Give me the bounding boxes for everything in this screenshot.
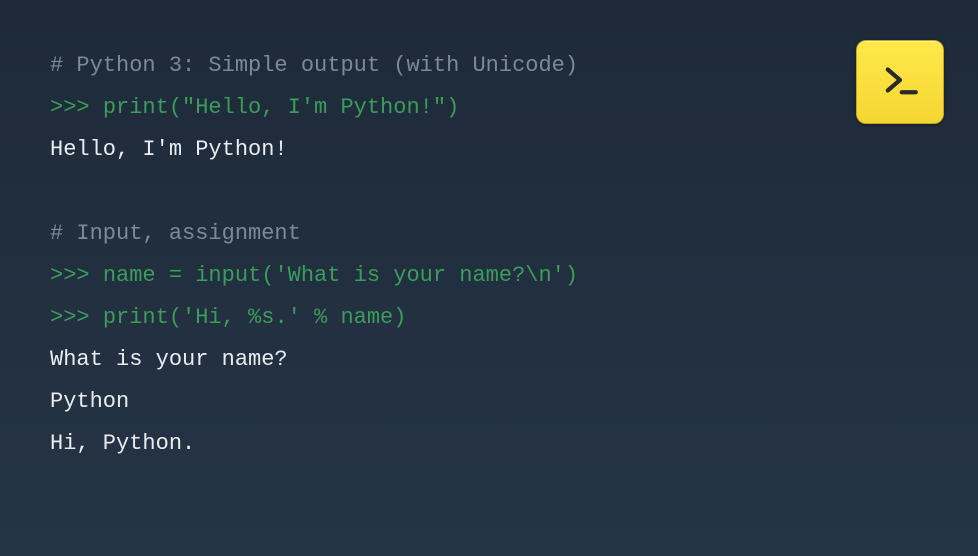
code-line: # Input, assignment [50,213,928,255]
code-line: Hi, Python. [50,423,928,465]
terminal-prompt-icon [879,59,921,106]
code-comment: # Python 3: Simple output (with Unicode) [50,53,578,78]
code-line [50,171,928,213]
repl-prompt: >>> [50,263,103,288]
code-terminal: # Python 3: Simple output (with Unicode)… [0,0,978,510]
code-line: # Python 3: Simple output (with Unicode) [50,45,928,87]
repl-input: print("Hello, I'm Python!") [103,95,459,120]
repl-prompt: >>> [50,95,103,120]
code-line: Python [50,381,928,423]
code-line: >>> name = input('What is your name?\n') [50,255,928,297]
repl-prompt: >>> [50,305,103,330]
launch-interactive-shell-button[interactable] [856,40,944,124]
code-line: Hello, I'm Python! [50,129,928,171]
code-line: What is your name? [50,339,928,381]
repl-output: Hi, Python. [50,431,195,456]
repl-input: name = input('What is your name?\n') [103,263,578,288]
repl-input: print('Hi, %s.' % name) [103,305,407,330]
code-comment: # Input, assignment [50,221,301,246]
code-line: >>> print("Hello, I'm Python!") [50,87,928,129]
repl-output: What is your name? [50,347,288,372]
code-line: >>> print('Hi, %s.' % name) [50,297,928,339]
repl-output: Python [50,389,129,414]
repl-output: Hello, I'm Python! [50,137,288,162]
